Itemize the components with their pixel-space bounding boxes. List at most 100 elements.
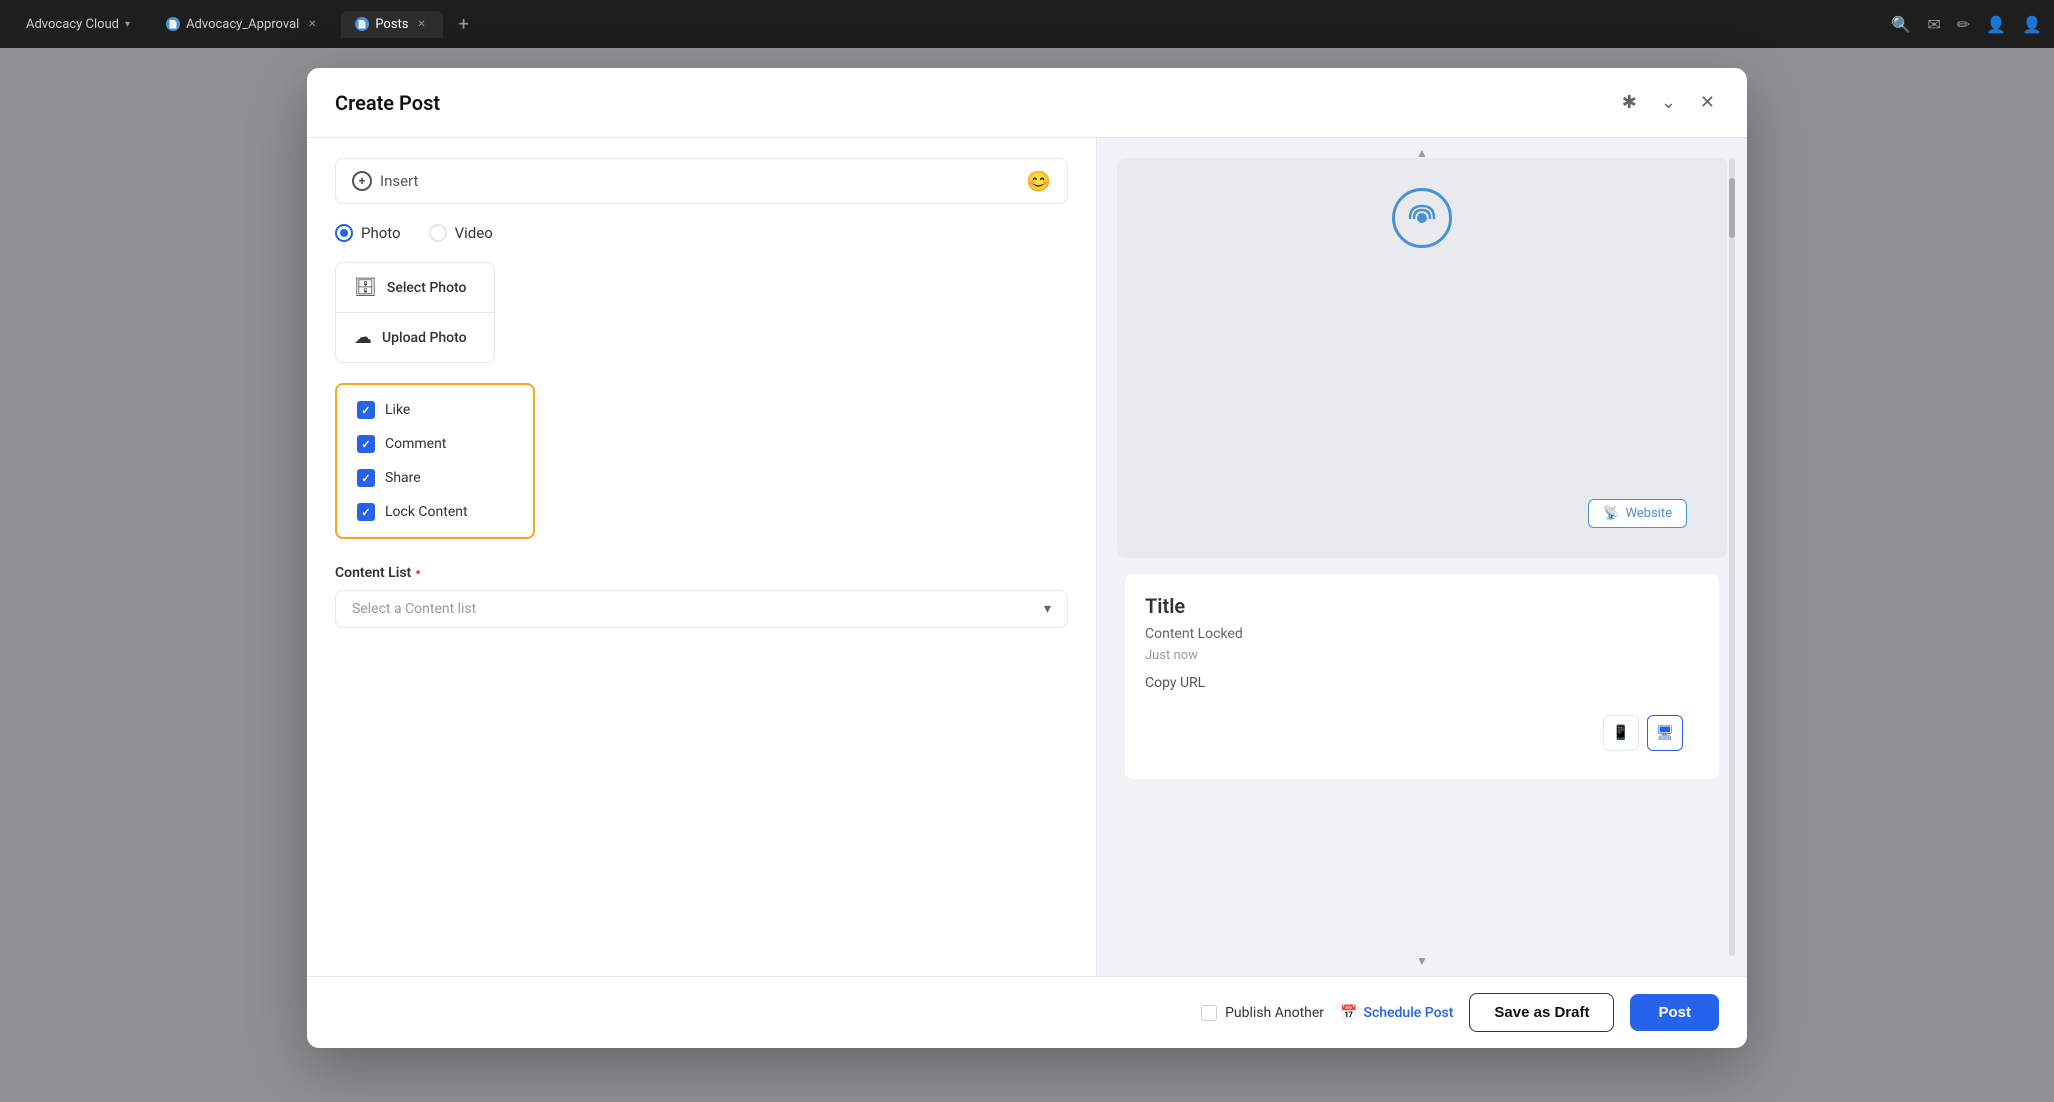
- content-list-placeholder: Select a Content list: [352, 601, 476, 617]
- preview-area: 📡 Website Title Content Locked Just now …: [1097, 138, 1747, 976]
- lock-content-label: Lock Content: [385, 504, 468, 520]
- tab-advocacy-approval[interactable]: 📄 Advocacy_Approval ✕: [152, 11, 333, 38]
- user-icon[interactable]: 👤: [1986, 15, 2006, 34]
- edit-icon[interactable]: ✏: [1957, 15, 1970, 34]
- share-checkbox-box: ✓: [357, 469, 375, 487]
- right-panel: ▲ 📡: [1097, 138, 1747, 976]
- website-icon: 📡: [1603, 506, 1619, 521]
- upload-photo-icon: ☁: [354, 327, 372, 348]
- schedule-post-label: Schedule Post: [1363, 1005, 1453, 1021]
- calendar-icon: 📅: [1340, 1005, 1357, 1021]
- save-draft-button[interactable]: Save as Draft: [1469, 993, 1614, 1032]
- insert-bar-left: + Insert: [352, 171, 418, 191]
- tab-advocacy-approval-icon: 📄: [166, 17, 180, 31]
- modal-body: + Insert 😊 Photo Video: [307, 138, 1747, 976]
- modal-title: Create Post: [335, 91, 440, 115]
- scroll-down-arrow[interactable]: ▼: [1416, 954, 1428, 968]
- broadcast-icon: [1392, 188, 1452, 248]
- comment-checkbox-box: ✓: [357, 435, 375, 453]
- insert-label: Insert: [380, 172, 418, 190]
- post-time: Just now: [1145, 648, 1699, 663]
- lock-content-checkbox-box: ✓: [357, 503, 375, 521]
- messages-icon[interactable]: ✉: [1927, 15, 1940, 34]
- share-label: Share: [385, 470, 421, 486]
- mobile-view-button[interactable]: 📱: [1603, 715, 1639, 751]
- select-photo-label: Select Photo: [387, 280, 467, 296]
- insert-bar[interactable]: + Insert 😊: [335, 158, 1068, 204]
- content-list-section: Content List • Select a Content list ▾: [335, 563, 1068, 628]
- like-label: Like: [385, 402, 410, 418]
- photo-radio-circle: [335, 224, 353, 242]
- mobile-icon: 📱: [1612, 725, 1629, 741]
- device-toggle: 📱 🖥: [1145, 707, 1699, 759]
- browser-actions: 🔍 ✉ ✏ 👤 👤: [1891, 15, 2042, 34]
- share-checkbox[interactable]: ✓ Share: [357, 469, 513, 487]
- chevron-down-icon: ▾: [125, 19, 130, 30]
- desktop-view-button[interactable]: 🖥: [1647, 715, 1683, 751]
- close-icon[interactable]: ✕: [305, 17, 319, 31]
- modal-header: Create Post ✱ ⌄ ✕: [307, 68, 1747, 138]
- modal-header-actions: ✱ ⌄ ✕: [1618, 88, 1719, 117]
- schedule-post-button[interactable]: 📅 Schedule Post: [1340, 1005, 1453, 1021]
- photo-radio[interactable]: Photo: [335, 224, 401, 242]
- photo-options-group: 🗄 Select Photo ☁ Upload Photo: [335, 262, 495, 363]
- preview-scrollbar-thumb: [1729, 178, 1735, 238]
- photo-label: Photo: [361, 224, 401, 242]
- emoji-icon[interactable]: 😊: [1026, 169, 1051, 193]
- website-label: Website: [1625, 506, 1672, 521]
- publish-another-label: Publish Another: [1225, 1005, 1324, 1021]
- comment-label: Comment: [385, 436, 446, 452]
- website-badge[interactable]: 📡 Website: [1588, 499, 1687, 528]
- tab-advocacy-cloud[interactable]: Advocacy Cloud ▾: [12, 11, 144, 38]
- media-type-group: Photo Video: [335, 224, 1068, 242]
- chevron-down-icon: ▾: [1044, 601, 1051, 617]
- close-icon[interactable]: ✕: [1696, 88, 1719, 117]
- checkmark-icon: ✓: [361, 506, 370, 519]
- post-title: Title: [1145, 594, 1699, 618]
- modal-overlay: Create Post ✱ ⌄ ✕ + Insert 😊: [0, 48, 2054, 1102]
- publish-another-checkbox[interactable]: [1201, 1005, 1217, 1021]
- left-panel-scroll: + Insert 😊 Photo Video: [307, 138, 1096, 976]
- post-button[interactable]: Post: [1630, 994, 1719, 1031]
- tab-posts-icon: 📄: [355, 17, 369, 31]
- upload-photo-label: Upload Photo: [382, 330, 467, 346]
- content-list-label-text: Content List: [335, 565, 411, 581]
- tab-posts-label: Posts: [375, 17, 408, 32]
- chevron-down-icon[interactable]: ⌄: [1657, 88, 1680, 117]
- left-panel: + Insert 😊 Photo Video: [307, 138, 1097, 976]
- tab-posts[interactable]: 📄 Posts ✕: [341, 11, 442, 38]
- select-photo-button[interactable]: 🗄 Select Photo: [336, 263, 494, 313]
- search-icon[interactable]: 🔍: [1891, 15, 1911, 34]
- copy-url-link[interactable]: Copy URL: [1145, 675, 1699, 691]
- like-checkbox-box: ✓: [357, 401, 375, 419]
- video-radio-circle: [429, 224, 447, 242]
- pin-icon[interactable]: ✱: [1618, 88, 1641, 117]
- preview-scrollbar[interactable]: [1729, 158, 1735, 956]
- content-list-select[interactable]: Select a Content list ▾: [335, 590, 1068, 628]
- add-tab-button[interactable]: +: [451, 14, 477, 35]
- interaction-checkboxes: ✓ Like ✓ Comment ✓: [335, 383, 535, 539]
- required-indicator: •: [415, 563, 421, 582]
- checkmark-icon: ✓: [361, 438, 370, 451]
- like-checkbox[interactable]: ✓ Like: [357, 401, 513, 419]
- desktop-icon: 🖥: [1656, 725, 1674, 741]
- comment-checkbox[interactable]: ✓ Comment: [357, 435, 513, 453]
- avatar[interactable]: 👤: [2022, 15, 2042, 34]
- upload-photo-button[interactable]: ☁ Upload Photo: [336, 313, 494, 362]
- post-card-preview: Title Content Locked Just now Copy URL 📱…: [1125, 574, 1719, 779]
- video-radio[interactable]: Video: [429, 224, 493, 242]
- insert-plus-icon: +: [352, 171, 372, 191]
- checkmark-icon: ✓: [361, 472, 370, 485]
- lock-content-checkbox[interactable]: ✓ Lock Content: [357, 503, 513, 521]
- create-post-modal: Create Post ✱ ⌄ ✕ + Insert 😊: [307, 68, 1747, 1048]
- checkmark-icon: ✓: [361, 404, 370, 417]
- publish-another-option[interactable]: Publish Another: [1201, 1005, 1324, 1021]
- tab-advocacy-approval-label: Advocacy_Approval: [186, 17, 299, 32]
- video-label: Video: [455, 224, 493, 242]
- tab-advocacy-cloud-label: Advocacy Cloud: [26, 17, 119, 32]
- close-icon[interactable]: ✕: [415, 17, 429, 31]
- modal-footer: Publish Another 📅 Schedule Post Save as …: [307, 976, 1747, 1048]
- browser-bar: Advocacy Cloud ▾ 📄 Advocacy_Approval ✕ 📄…: [0, 0, 2054, 48]
- preview-content-area: 📡 Website: [1117, 158, 1727, 558]
- select-photo-icon: 🗄: [354, 277, 377, 298]
